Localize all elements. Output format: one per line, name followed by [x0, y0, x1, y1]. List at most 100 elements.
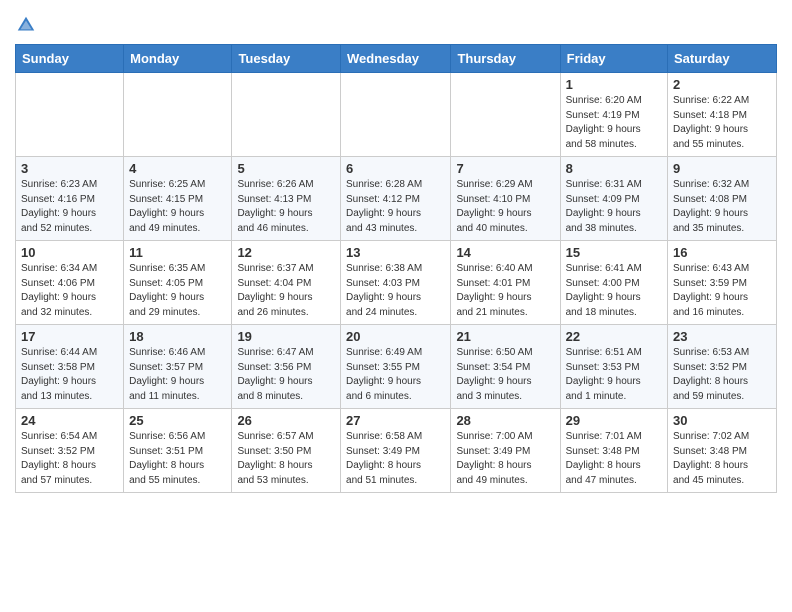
day-info: Sunrise: 6:49 AM Sunset: 3:55 PM Dayligh… — [346, 346, 445, 404]
day-info: Sunrise: 6:32 AM Sunset: 4:08 PM Dayligh… — [673, 178, 771, 236]
day-info: Sunrise: 6:53 AM Sunset: 3:52 PM Dayligh… — [673, 346, 771, 404]
day-number: 15 — [566, 245, 662, 260]
day-info: Sunrise: 7:02 AM Sunset: 3:48 PM Dayligh… — [673, 430, 771, 488]
calendar-cell: 17 Sunrise: 6:44 AM Sunset: 3:58 PM Dayli… — [16, 325, 124, 409]
calendar-cell — [16, 73, 124, 157]
day-number: 1 — [566, 77, 662, 92]
day-number: 16 — [673, 245, 771, 260]
calendar-cell: 28 Sunrise: 7:00 AM Sunset: 3:49 PM Dayli… — [451, 409, 560, 493]
calendar-cell — [124, 73, 232, 157]
day-info: Sunrise: 6:40 AM Sunset: 4:01 PM Dayligh… — [456, 262, 554, 320]
day-number: 24 — [21, 413, 118, 428]
day-number: 28 — [456, 413, 554, 428]
calendar-cell: 19Sunrise: 6:47 AM Sunset: 3:56 PM Dayli… — [232, 325, 341, 409]
calendar-cell — [341, 73, 451, 157]
day-number: 18 — [129, 329, 226, 344]
calendar-cell: 7 Sunrise: 6:29 AM Sunset: 4:10 PM Daylig… — [451, 157, 560, 241]
calendar-cell: 8Sunrise: 6:31 AM Sunset: 4:09 PM Daylig… — [560, 157, 667, 241]
day-info: Sunrise: 6:51 AM Sunset: 3:53 PM Dayligh… — [566, 346, 662, 404]
calendar-cell: 12 Sunrise: 6:37 AM Sunset: 4:04 PM Dayli… — [232, 241, 341, 325]
calendar-cell: 25 Sunrise: 6:56 AM Sunset: 3:51 PM Dayli… — [124, 409, 232, 493]
day-info: Sunrise: 6:41 AM Sunset: 4:00 PM Dayligh… — [566, 262, 662, 320]
calendar-cell: 15 Sunrise: 6:41 AM Sunset: 4:00 PM Dayli… — [560, 241, 667, 325]
day-info: Sunrise: 6:25 AM Sunset: 4:15 PM Dayligh… — [129, 178, 226, 236]
day-number: 17 — [21, 329, 118, 344]
day-number: 3 — [21, 161, 118, 176]
day-info: Sunrise: 6:50 AM Sunset: 3:54 PM Dayligh… — [456, 346, 554, 404]
day-number: 5 — [237, 161, 335, 176]
calendar-cell: 13 Sunrise: 6:38 AM Sunset: 4:03 PM Dayli… — [341, 241, 451, 325]
weekday-monday: Monday — [124, 45, 232, 73]
day-info: Sunrise: 6:31 AM Sunset: 4:09 PM Dayligh… — [566, 178, 662, 236]
calendar-cell: 6 Sunrise: 6:28 AM Sunset: 4:12 PM Daylig… — [341, 157, 451, 241]
calendar-cell — [232, 73, 341, 157]
day-info: Sunrise: 6:38 AM Sunset: 4:03 PM Dayligh… — [346, 262, 445, 320]
calendar-cell: 18Sunrise: 6:46 AM Sunset: 3:57 PM Dayli… — [124, 325, 232, 409]
calendar-cell: 20Sunrise: 6:49 AM Sunset: 3:55 PM Dayli… — [341, 325, 451, 409]
calendar-cell: 11 Sunrise: 6:35 AM Sunset: 4:05 PM Dayli… — [124, 241, 232, 325]
day-number: 23 — [673, 329, 771, 344]
calendar-cell: 23 Sunrise: 6:53 AM Sunset: 3:52 PM Dayli… — [668, 325, 777, 409]
day-number: 29 — [566, 413, 662, 428]
day-number: 6 — [346, 161, 445, 176]
day-info: Sunrise: 6:22 AM Sunset: 4:18 PM Dayligh… — [673, 94, 771, 152]
day-info: Sunrise: 6:58 AM Sunset: 3:49 PM Dayligh… — [346, 430, 445, 488]
day-number: 26 — [237, 413, 335, 428]
day-info: Sunrise: 6:34 AM Sunset: 4:06 PM Dayligh… — [21, 262, 118, 320]
weekday-wednesday: Wednesday — [341, 45, 451, 73]
day-info: Sunrise: 6:47 AM Sunset: 3:56 PM Dayligh… — [237, 346, 335, 404]
calendar-week-3: 10 Sunrise: 6:34 AM Sunset: 4:06 PM Dayli… — [16, 241, 777, 325]
day-info: Sunrise: 6:29 AM Sunset: 4:10 PM Dayligh… — [456, 178, 554, 236]
logo-icon — [15, 14, 37, 36]
calendar-cell: 14 Sunrise: 6:40 AM Sunset: 4:01 PM Dayli… — [451, 241, 560, 325]
calendar-cell: 16Sunrise: 6:43 AM Sunset: 3:59 PM Dayli… — [668, 241, 777, 325]
day-info: Sunrise: 6:35 AM Sunset: 4:05 PM Dayligh… — [129, 262, 226, 320]
day-number: 25 — [129, 413, 226, 428]
weekday-header-row: SundayMondayTuesdayWednesdayThursdayFrid… — [16, 45, 777, 73]
day-info: Sunrise: 7:00 AM Sunset: 3:49 PM Dayligh… — [456, 430, 554, 488]
calendar-cell: 1 Sunrise: 6:20 AM Sunset: 4:19 PM Daylig… — [560, 73, 667, 157]
day-number: 10 — [21, 245, 118, 260]
day-info: Sunrise: 6:44 AM Sunset: 3:58 PM Dayligh… — [21, 346, 118, 404]
weekday-tuesday: Tuesday — [232, 45, 341, 73]
calendar-week-2: 3 Sunrise: 6:23 AM Sunset: 4:16 PM Daylig… — [16, 157, 777, 241]
calendar-cell: 22 Sunrise: 6:51 AM Sunset: 3:53 PM Dayli… — [560, 325, 667, 409]
weekday-thursday: Thursday — [451, 45, 560, 73]
day-number: 7 — [456, 161, 554, 176]
day-number: 2 — [673, 77, 771, 92]
calendar-table: SundayMondayTuesdayWednesdayThursdayFrid… — [15, 44, 777, 493]
day-info: Sunrise: 6:37 AM Sunset: 4:04 PM Dayligh… — [237, 262, 335, 320]
calendar-week-5: 24 Sunrise: 6:54 AM Sunset: 3:52 PM Dayli… — [16, 409, 777, 493]
calendar-cell: 30 Sunrise: 7:02 AM Sunset: 3:48 PM Dayli… — [668, 409, 777, 493]
calendar-cell: 4 Sunrise: 6:25 AM Sunset: 4:15 PM Daylig… — [124, 157, 232, 241]
weekday-sunday: Sunday — [16, 45, 124, 73]
header — [15, 10, 777, 36]
calendar-cell: 5 Sunrise: 6:26 AM Sunset: 4:13 PM Daylig… — [232, 157, 341, 241]
day-info: Sunrise: 6:28 AM Sunset: 4:12 PM Dayligh… — [346, 178, 445, 236]
weekday-friday: Friday — [560, 45, 667, 73]
calendar-cell: 2 Sunrise: 6:22 AM Sunset: 4:18 PM Daylig… — [668, 73, 777, 157]
weekday-saturday: Saturday — [668, 45, 777, 73]
day-number: 4 — [129, 161, 226, 176]
day-number: 14 — [456, 245, 554, 260]
day-number: 9 — [673, 161, 771, 176]
day-info: Sunrise: 6:54 AM Sunset: 3:52 PM Dayligh… — [21, 430, 118, 488]
calendar-cell: 26Sunrise: 6:57 AM Sunset: 3:50 PM Dayli… — [232, 409, 341, 493]
day-number: 12 — [237, 245, 335, 260]
calendar-cell — [451, 73, 560, 157]
day-info: Sunrise: 6:56 AM Sunset: 3:51 PM Dayligh… — [129, 430, 226, 488]
day-info: Sunrise: 6:26 AM Sunset: 4:13 PM Dayligh… — [237, 178, 335, 236]
calendar-cell: 27Sunrise: 6:58 AM Sunset: 3:49 PM Dayli… — [341, 409, 451, 493]
day-number: 13 — [346, 245, 445, 260]
logo — [15, 10, 41, 36]
calendar-cell: 9 Sunrise: 6:32 AM Sunset: 4:08 PM Daylig… — [668, 157, 777, 241]
day-info: Sunrise: 6:23 AM Sunset: 4:16 PM Dayligh… — [21, 178, 118, 236]
day-number: 22 — [566, 329, 662, 344]
day-number: 30 — [673, 413, 771, 428]
day-info: Sunrise: 6:20 AM Sunset: 4:19 PM Dayligh… — [566, 94, 662, 152]
calendar-cell: 24 Sunrise: 6:54 AM Sunset: 3:52 PM Dayli… — [16, 409, 124, 493]
day-number: 21 — [456, 329, 554, 344]
day-number: 11 — [129, 245, 226, 260]
calendar-cell: 29Sunrise: 7:01 AM Sunset: 3:48 PM Dayli… — [560, 409, 667, 493]
calendar-body: 1 Sunrise: 6:20 AM Sunset: 4:19 PM Daylig… — [16, 73, 777, 493]
